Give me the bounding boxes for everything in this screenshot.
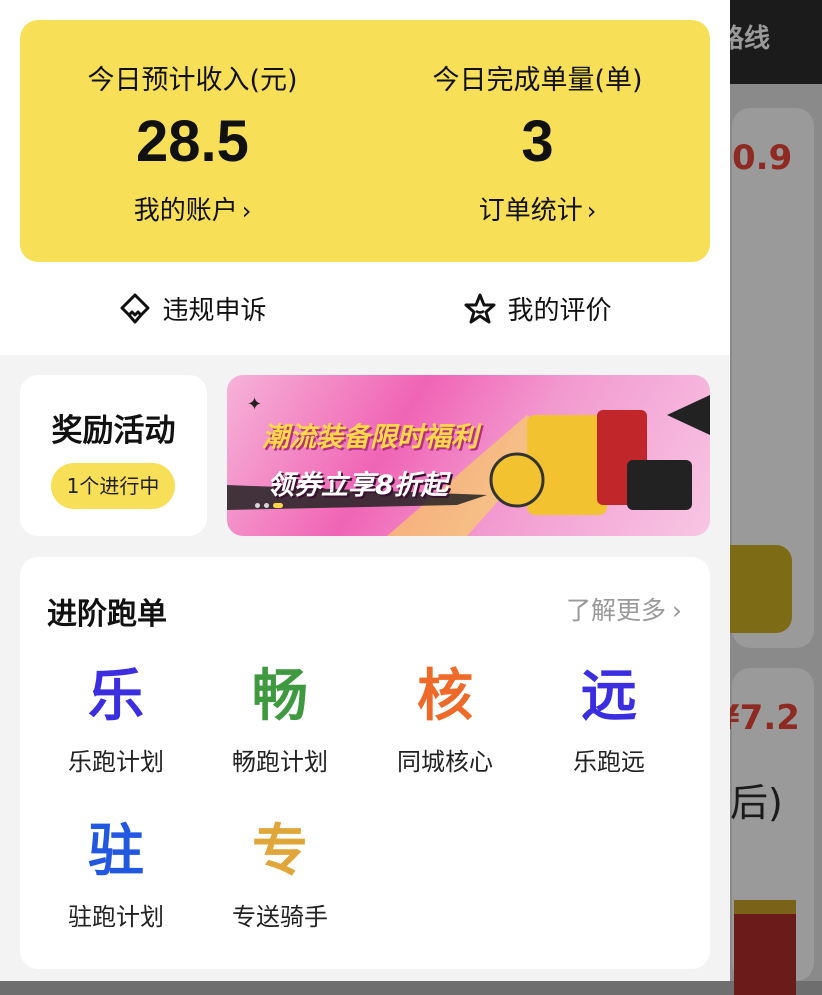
my-rating-button[interactable]: 我的评价 [365,262,710,355]
plan-label: 乐跑远 [573,748,645,776]
plan-label: 驻跑计划 [68,903,164,931]
advanced-orders-card: 进阶跑单 了解更多 › 乐 乐跑计划 畅 畅跑计划 核 同城核心 远 乐跑远 驻 … [20,557,710,969]
order-stats-label: 订单统计 [478,196,583,226]
pager-dot [264,503,269,508]
my-account-label: 我的账户 [133,196,238,226]
income-summary: 今日预计收入(元) 28.5 我的账户 › 今日完成单量(单) 3 订单统计 › [20,20,710,262]
city-core-icon: 核 [417,664,473,729]
my-account-link[interactable]: 我的账户 › [20,190,365,227]
appeal-label: 违规申诉 [162,296,267,326]
plan-le-pao[interactable]: 乐 乐跑计划 [34,660,198,777]
chang-pao-icon: 畅 [252,664,308,729]
pager-dot [255,503,260,508]
appeal-icon [120,293,150,323]
plan-dedicated-rider[interactable]: 专 专送骑手 [198,815,362,932]
quick-actions: 违规申诉 我的评价 [20,262,710,355]
order-stats-link[interactable]: 订单统计 › [365,190,710,227]
chevron-right-icon: › [672,596,682,625]
svg-text:✦: ✦ [247,394,262,415]
orders-label: 今日完成单量(单) [432,65,643,96]
income-card: 今日预计收入(元) 28.5 我的账户 › 今日完成单量(单) 3 订单统计 › 违… [20,20,710,355]
pager-dot-active [273,503,283,508]
advanced-title: 进阶跑单 [47,597,167,632]
side-drawer: 今日预计收入(元) 28.5 我的账户 › 今日完成单量(单) 3 订单统计 › 违… [0,0,730,981]
banner-subline: 领券立享8折起 [267,470,448,501]
appeal-button[interactable]: 违规申诉 [20,262,365,355]
chevron-right-icon: › [241,197,252,225]
zhu-pao-icon: 驻 [88,819,144,884]
reward-status-badge: 1个进行中 [51,463,175,509]
promo-banner[interactable]: ✦ 潮流装备限时福利 领券立享8折起 [227,375,710,536]
plan-label: 乐跑计划 [68,748,164,776]
plan-zhu-pao[interactable]: 驻 驻跑计划 [34,815,198,932]
plan-label: 专送骑手 [232,903,328,931]
income-label: 今日预计收入(元) [87,65,298,96]
banner-pager [255,503,283,508]
banner-headline: 潮流装备限时福利 [262,422,478,453]
my-rating-label: 我的评价 [507,296,612,326]
banner-art: ✦ [227,394,710,536]
dedicated-rider-icon: 专 [252,819,308,884]
learn-more-label: 了解更多 [565,596,666,625]
star-icon [464,293,496,323]
reward-title: 奖励活动 [51,413,176,449]
background-text: 后) [730,781,783,825]
plan-city-core[interactable]: 核 同城核心 [363,660,527,777]
learn-more-link[interactable]: 了解更多 › [566,591,682,627]
orders-value: 3 [521,109,554,174]
plan-le-pao-yuan[interactable]: 远 乐跑远 [527,660,691,777]
plan-label: 同城核心 [397,748,493,776]
chevron-right-icon: › [586,197,597,225]
plan-chang-pao[interactable]: 畅 畅跑计划 [198,660,362,777]
reward-activity-card[interactable]: 奖励活动 1个进行中 [20,375,207,536]
le-pao-yuan-icon: 远 [581,664,637,729]
income-value: 28.5 [136,109,249,174]
background-price: 0.9 [732,138,793,178]
background-yellow-button [730,545,792,633]
plan-label: 畅跑计划 [232,748,328,776]
le-pao-icon: 乐 [88,664,144,729]
